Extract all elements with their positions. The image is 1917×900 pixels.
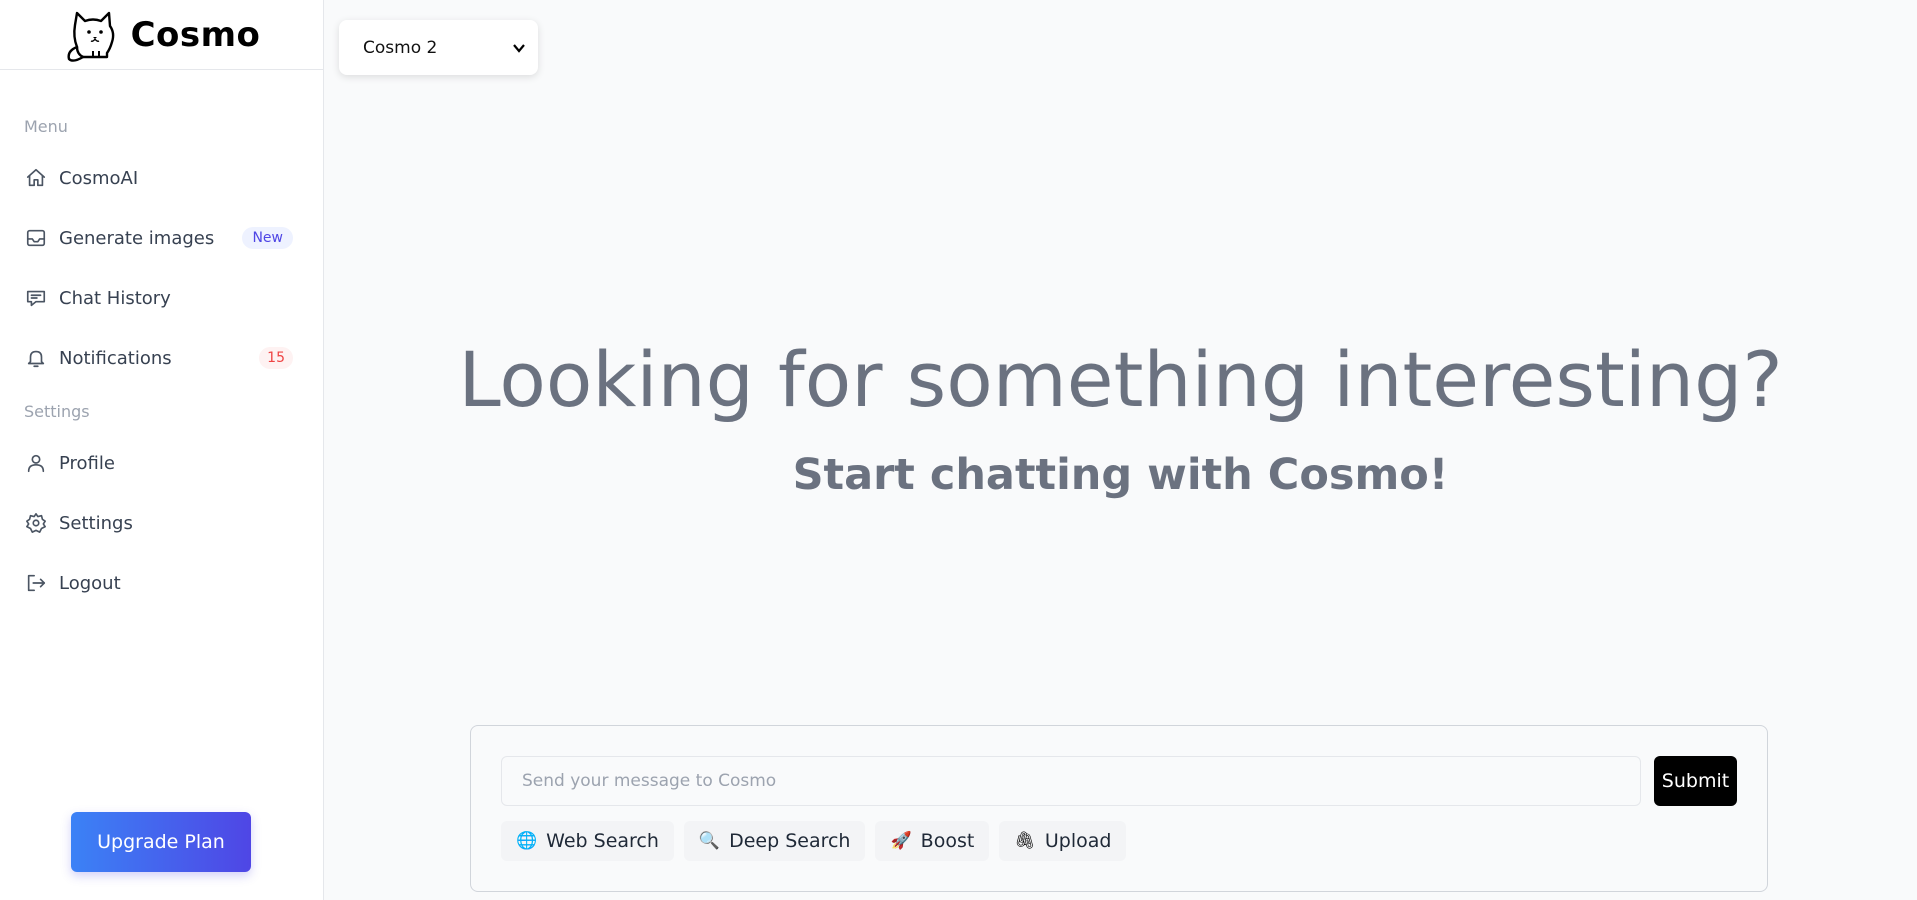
- sidebar-item-settings[interactable]: Settings: [24, 503, 293, 543]
- logout-icon: [24, 571, 48, 595]
- sidebar-item-generate-images[interactable]: Generate images New: [24, 218, 293, 258]
- bell-icon: [24, 346, 48, 370]
- chat-icon: [24, 286, 48, 310]
- user-icon: [24, 451, 48, 475]
- brand-name: Cosmo: [130, 14, 261, 55]
- submit-button[interactable]: Submit: [1654, 756, 1737, 806]
- gear-icon: [24, 511, 48, 535]
- new-badge: New: [242, 227, 293, 249]
- rocket-icon: 🚀: [890, 831, 912, 851]
- sidebar-item-profile[interactable]: Profile: [24, 443, 293, 483]
- upload-button[interactable]: 🖇 Upload: [999, 821, 1127, 861]
- notification-count-badge: 15: [259, 347, 293, 369]
- tool-label: Upload: [1044, 830, 1112, 852]
- tool-label: Boost: [920, 830, 975, 852]
- sidebar-item-notifications[interactable]: Notifications 15: [24, 338, 293, 378]
- hero-subtitle: Start chatting with Cosmo!: [792, 450, 1449, 500]
- composer-tools: 🌐 Web Search 🔍 Deep Search 🚀 Boost 🖇 Upl…: [501, 821, 1127, 861]
- sidebar-item-label: Notifications: [59, 347, 172, 369]
- message-composer: Submit 🌐 Web Search 🔍 Deep Search 🚀 Boos…: [470, 725, 1768, 892]
- sidebar-item-label: Logout: [59, 572, 121, 594]
- model-select[interactable]: Cosmo 2: [339, 20, 538, 75]
- sidebar-item-label: Settings: [59, 512, 133, 534]
- sidebar-item-label: Chat History: [59, 287, 171, 309]
- sidebar-item-cosmoai[interactable]: CosmoAI: [24, 158, 293, 198]
- sidebar-item-label: Profile: [59, 452, 115, 474]
- chevron-down-icon: [513, 43, 525, 53]
- globe-icon: 🌐: [516, 831, 538, 851]
- sidebar-item-label: CosmoAI: [59, 167, 139, 189]
- sidebar: Cosmo Menu CosmoAI Generate images New C…: [0, 0, 324, 900]
- tool-label: Web Search: [546, 830, 659, 852]
- model-select-value: Cosmo 2: [363, 37, 438, 58]
- deep-search-button[interactable]: 🔍 Deep Search: [683, 821, 866, 861]
- sidebar-item-chat-history[interactable]: Chat History: [24, 278, 293, 318]
- cat-logo-icon: [67, 11, 114, 62]
- home-icon: [24, 166, 48, 190]
- message-input[interactable]: [501, 756, 1641, 806]
- magnifier-icon: 🔍: [698, 831, 721, 851]
- menu-section-label: Menu: [24, 117, 68, 136]
- settings-section-label: Settings: [24, 402, 90, 421]
- hero-title: Looking for something interesting?: [458, 335, 1783, 424]
- upgrade-plan-button[interactable]: Upgrade Plan: [71, 812, 251, 872]
- boost-button[interactable]: 🚀 Boost: [875, 821, 990, 861]
- tool-label: Deep Search: [729, 830, 851, 852]
- sidebar-item-label: Generate images: [59, 227, 215, 249]
- paperclip-icon: 🖇: [1014, 831, 1036, 851]
- logo[interactable]: Cosmo: [0, 0, 323, 70]
- web-search-button[interactable]: 🌐 Web Search: [501, 821, 674, 861]
- app-root: Cosmo Menu CosmoAI Generate images New C…: [0, 0, 1917, 900]
- sidebar-item-logout[interactable]: Logout: [24, 563, 293, 603]
- inbox-icon: [24, 226, 48, 250]
- main-area: Cosmo 2 Looking for something interestin…: [324, 0, 1917, 900]
